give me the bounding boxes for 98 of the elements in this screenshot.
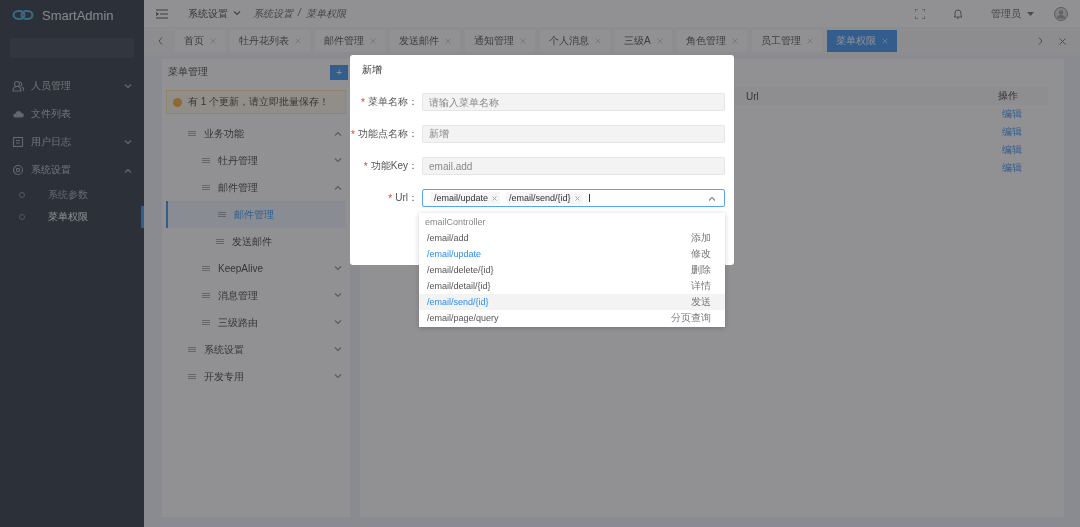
fullscreen-icon [915,8,925,19]
tree-node[interactable]: 牡丹管理 [166,147,346,174]
chevron-right-icon [1038,37,1043,45]
text-cursor [588,194,590,202]
user-menu[interactable]: 管理员 [991,6,1034,21]
dropdown-option[interactable]: /email/add 添加 [419,230,725,246]
dropdown-option[interactable]: /email/send/{id} 发送 [419,294,725,310]
dropdown-option[interactable]: /email/update 修改 [419,246,725,262]
node-icon [18,191,26,199]
tab[interactable]: 通知管理 [465,30,535,52]
tab[interactable]: 牡丹花列表 [230,30,310,52]
menu-dropdown[interactable]: 系统设置 [188,6,241,21]
tab[interactable]: 邮件管理 [315,30,385,52]
dropdown-option[interactable]: /email/page/query 分页查询 [419,310,725,326]
document-icon [12,136,24,148]
drag-handle-icon [218,212,226,217]
chevron-down-icon [334,266,342,271]
breadcrumb-separator: / [298,6,301,20]
chevron-down-icon [334,158,342,163]
menu-icon [156,8,168,19]
avatar-icon [1054,6,1068,21]
field-label: Url： [395,191,418,205]
tree-node[interactable]: 消息管理 [166,282,346,309]
required-mark: * [351,128,355,140]
url-select[interactable]: /email/update /email/send/{id} [422,189,725,207]
option-group-label: emailController [424,216,487,229]
breadcrumb-item[interactable]: 菜单权限 [305,6,346,21]
tab[interactable]: 菜单权限 [826,30,897,52]
column-header: Url [746,90,759,102]
app-logo-text: SmartAdmin [42,7,114,23]
chevron-left-icon [158,37,163,45]
tab[interactable]: 角色管理 [676,30,747,52]
drag-handle-icon [202,293,210,298]
gear-icon [12,164,24,176]
tree-node[interactable]: 系统设置 [166,336,346,363]
drag-handle-icon [202,320,210,325]
url-tag: /email/update [431,192,501,204]
chevron-down-icon [233,11,241,16]
close-icon [492,195,498,201]
column-header: 操作 [998,89,1019,103]
tab[interactable]: 发送邮件 [390,30,460,52]
dropdown-option[interactable]: /email/delete/{id} 删除 [419,262,725,278]
chevron-down-icon [334,347,342,352]
users-icon [12,80,24,92]
field-label: 菜单名称： [368,95,418,109]
tree-node[interactable]: 业务功能 [166,120,346,147]
drag-handle-icon [216,239,224,244]
chevron-up-icon [334,131,342,136]
caret-icon [1027,11,1034,16]
sidebar-item[interactable]: 文件列表 [0,100,144,128]
chevron-up-icon [708,195,716,201]
edit-link[interactable]: 编辑 [1002,161,1022,175]
field-label: 功能Key： [370,159,418,173]
drag-handle-icon [188,347,196,352]
close-icon [1059,37,1066,45]
add-button[interactable]: + [330,64,348,80]
chevron-down-icon [124,83,132,89]
chevron-up-icon [334,185,342,190]
tab[interactable]: 员工管理 [751,30,822,52]
edit-link[interactable]: 编辑 [1002,125,1022,139]
edit-link[interactable]: 编辑 [1002,107,1022,121]
chevron-down-icon [334,320,342,325]
drag-handle-icon [202,185,210,190]
chevron-down-icon [334,374,342,379]
chevron-down-icon [334,293,342,298]
tab[interactable]: 首页 [175,30,225,52]
tree-node[interactable]: KeepAlive [166,255,346,282]
alert-text: 有 1 个更新，请立即批量保存！ [188,95,330,109]
logo-icon [12,9,34,21]
required-mark: * [388,192,393,204]
drag-handle-icon [202,266,210,271]
tree-node[interactable]: 发送邮件 [166,228,346,255]
tab[interactable]: 个人消息 [540,30,610,52]
node-icon [18,213,26,221]
edit-link[interactable]: 编辑 [1002,143,1022,157]
tree-node[interactable]: 邮件管理 [166,201,346,228]
drag-handle-icon [188,374,196,379]
warning-icon [173,97,182,107]
chevron-down-icon [124,139,132,145]
panel-title: 菜单管理 [167,65,208,79]
close-icon [574,195,580,201]
drag-handle-icon [188,131,196,136]
required-mark: * [363,160,368,172]
modal-title: 新增 [361,63,383,77]
chevron-up-icon [124,167,132,173]
tree-node[interactable]: 开发专用 [166,363,346,390]
url-tag: /email/send/{id} [506,192,583,204]
dropdown-option[interactable]: /email/detail/{id} 详情 [419,278,725,294]
tree-node[interactable]: 三级路由 [166,309,346,336]
cloud-icon [12,108,24,120]
drag-handle-icon [202,158,210,163]
tree-node[interactable]: 邮件管理 [166,174,346,201]
sidebar-item[interactable]: 人员管理 [0,72,144,100]
required-mark: * [361,96,365,108]
field-label: 功能点名称： [358,127,418,141]
bell-icon [953,8,963,19]
tab[interactable]: 三级A [615,30,672,52]
breadcrumb-item[interactable]: 系统设置 [253,6,293,21]
